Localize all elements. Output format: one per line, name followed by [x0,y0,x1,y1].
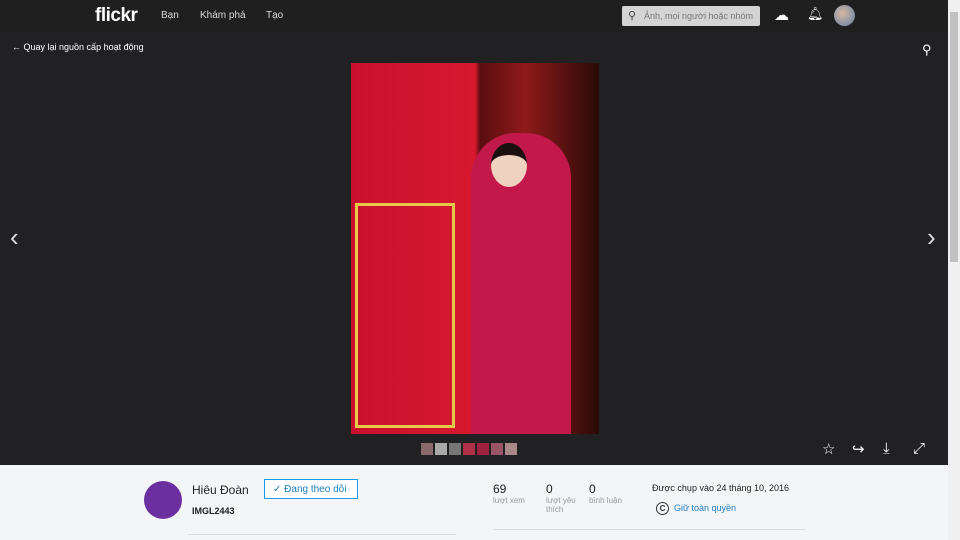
divider [493,529,805,530]
comments-stat: 0 bình luận [589,482,622,505]
download-icon[interactable]: ⤓ [883,440,890,457]
search-icon: ⚲ [628,10,637,22]
search-input[interactable]: ⚲ Ảnh, mọi người hoặc nhóm [622,6,760,26]
fullscreen-icon[interactable]: ⤢ [913,440,925,457]
next-arrow-icon[interactable]: › [927,222,936,253]
prev-arrow-icon[interactable]: ‹ [10,222,19,253]
search-placeholder: Ảnh, mọi người hoặc nhóm [644,11,753,21]
faves-stat: 0 lượt yêu thích [546,482,576,514]
copyright-icon: C [656,502,669,515]
main-photo [351,63,599,434]
date-taken: Được chụp vào 24 tháng 10, 2016 [652,483,790,493]
nav-you[interactable]: Bạn [161,10,179,21]
upload-icon[interactable]: ☁ [774,6,789,24]
divider [188,534,456,535]
back-link[interactable]: ← Quay lại nguồn cấp hoạt động [12,42,144,52]
flickr-logo[interactable]: flickr [95,5,138,27]
favorite-star-icon[interactable]: ☆ [822,440,835,458]
share-icon[interactable]: ↪ [852,440,865,458]
photostream-thumbnails[interactable] [421,443,517,455]
following-button[interactable]: ✓ Đang theo dõi [264,479,358,499]
photo-viewer: ← Quay lại nguồn cấp hoạt động ⚲ ‹ › ☆ ↪… [0,32,948,465]
top-bar: flickr Bạn Khám phá Tạo ⚲ Ảnh, mọi người … [0,0,948,32]
views-stat: 69 lượt xem [493,482,525,505]
bell-icon[interactable]: 🔔︎ [807,6,824,22]
license-link[interactable]: C Giữ toàn quyền [656,502,736,515]
user-avatar[interactable] [834,5,855,26]
photo-title: IMGL2443 [192,506,235,516]
scrollbar[interactable] [948,0,960,540]
nav-explore[interactable]: Khám phá [200,10,246,21]
author-name[interactable]: Hiêu Đoàn [192,483,249,497]
back-label: Quay lại nguồn cấp hoạt động [23,42,144,52]
search-icon[interactable]: ⚲ [922,42,932,58]
nav-create[interactable]: Tạo [266,10,283,21]
author-avatar[interactable] [144,481,182,519]
photo-info: Hiêu Đoàn ✓ Đang theo dõi IMGL2443 69 lượ… [0,465,948,540]
